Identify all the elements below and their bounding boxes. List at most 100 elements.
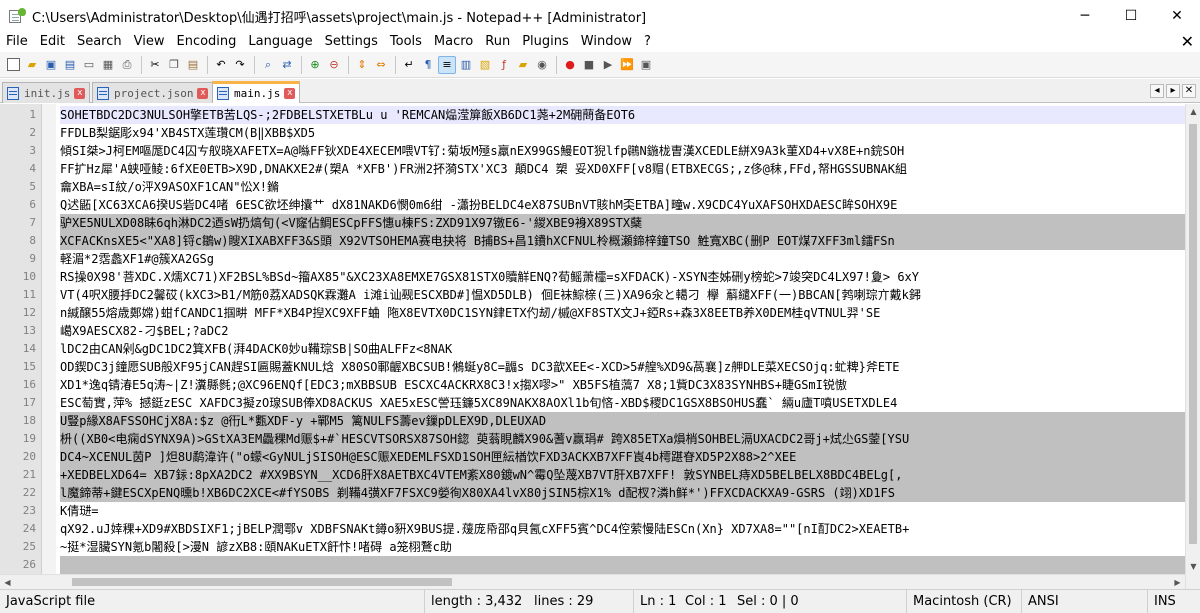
code-line[interactable]: K倩琎=: [60, 502, 1185, 520]
code-line[interactable]: OD鍥DC3j鐘愿SUB般XF95jCAN趕SI匾賜蓋KNUL焓 X80SO鄆齷…: [60, 358, 1185, 376]
scroll-up-icon[interactable]: ▲: [1186, 104, 1200, 119]
user-language-icon[interactable]: ▥: [457, 56, 475, 74]
tab-scroll-arrows: ◂ ▸ ✕: [1150, 84, 1196, 98]
word-wrap-icon[interactable]: ↵: [400, 56, 418, 74]
menu-file[interactable]: File: [0, 32, 34, 52]
tab-main-js[interactable]: main.js x: [212, 81, 301, 103]
redo-icon[interactable]: ↷: [231, 56, 249, 74]
copy-icon[interactable]: ❐: [165, 56, 183, 74]
code-line[interactable]: 龠XBA=sI紋/o泙X9ASOXF1CAN"忪X!鏅: [60, 178, 1185, 196]
code-line[interactable]: SOHETBDC2DC3NULSOH擎ETB苦LQS-;2FDBELSTXETB…: [60, 106, 1185, 124]
code-line[interactable]: ESC萄實,萍% 撼鋌zESC XAFDC3擬zO瑔SUB俸XD8ACKUS X…: [60, 394, 1185, 412]
scroll-left-icon[interactable]: ◀: [0, 575, 15, 589]
code-line[interactable]: [60, 556, 1185, 574]
code-line[interactable]: l魔鍗蒂+鍵ESCXpENQ曛b!XB6DC2XCE<#fYSOBS 剃鞴4彉X…: [60, 484, 1185, 502]
close-tab-icon[interactable]: x: [197, 87, 209, 99]
menu-help[interactable]: ?: [638, 32, 657, 52]
code-line[interactable]: VT(4呎X腰抙DC2馨砹(kXC3>B1/M筋0荔XADSQK霖灘A i滩i讪…: [60, 286, 1185, 304]
menu-language[interactable]: Language: [242, 32, 318, 52]
menu-encoding[interactable]: Encoding: [170, 32, 242, 52]
zoom-in-icon[interactable]: ⊕: [306, 56, 324, 74]
function-list-icon[interactable]: ƒ: [495, 56, 513, 74]
menu-run[interactable]: Run: [479, 32, 516, 52]
zoom-out-icon[interactable]: ⊖: [325, 56, 343, 74]
status-insert-mode[interactable]: INS: [1147, 590, 1200, 613]
code-line[interactable]: Q迖鼫[XC63XCA6揆US砦DC4啫 6ESC欲坯绅攮艹 dX81NAKD6…: [60, 196, 1185, 214]
code-line[interactable]: U豎p緣X8AFSSOHCjX8A:$z @衎L*甊XDF-y +鄲M5 篱NU…: [60, 412, 1185, 430]
code-line[interactable]: XCFACKnsXE5<"XA8]锊c鶵w)瞍XIXABXFF3&S頭 X92V…: [60, 232, 1185, 250]
menu-window[interactable]: Window: [575, 32, 638, 52]
status-ln: Ln : 1: [633, 590, 685, 613]
play-macro-icon[interactable]: ▶: [599, 56, 617, 74]
menu-plugins[interactable]: Plugins: [516, 32, 575, 52]
status-encoding[interactable]: ANSI: [1021, 590, 1147, 613]
code-line[interactable]: RS操0X98'菩XDC.X燸XC71)XF2BSL%BSd~籀AX85"&XC…: [60, 268, 1185, 286]
vertical-scrollbar[interactable]: ▲ ▼: [1185, 104, 1200, 589]
horizontal-scroll-thumb[interactable]: [72, 578, 452, 586]
monitoring-icon[interactable]: ◉: [533, 56, 551, 74]
menu-settings[interactable]: Settings: [319, 32, 384, 52]
scroll-right-icon[interactable]: ▶: [1170, 575, 1185, 589]
close-all-icon[interactable]: ▦: [99, 56, 117, 74]
replace-icon[interactable]: ⇄: [278, 56, 296, 74]
undo-icon[interactable]: ↶: [212, 56, 230, 74]
tab-init-js[interactable]: init.js x: [2, 82, 91, 103]
code-line[interactable]: FF扩Hz犀'A蛱哑鲮:6fXE0ETB>X9D,DNAKXE2#(槊A *XF…: [60, 160, 1185, 178]
code-line[interactable]: XD1*逸q锖湷E5q涛~|Z!瀵縣毿;@XC96ENQf[EDC3;mXBBS…: [60, 376, 1185, 394]
open-file-icon[interactable]: ▰: [23, 56, 41, 74]
indent-guide-icon[interactable]: ≡: [438, 55, 456, 74]
tab-scroll-left-icon[interactable]: ◂: [1150, 84, 1164, 98]
print-icon[interactable]: ⎙: [118, 56, 136, 74]
show-all-chars-icon[interactable]: ¶: [419, 56, 437, 74]
record-macro-icon[interactable]: ●: [561, 56, 579, 74]
editor-area[interactable]: 1 SOHETBDC2DC3NULSOH擎ETB苦LQS-;2FDBELSTXET…: [0, 104, 1200, 589]
code-line[interactable]: n緘醸55熔歳鄭嫦)蚶fCANDC1掴畊 MFF*XB4P揑XC9XFF蛐 陁X…: [60, 304, 1185, 322]
code-line[interactable]: FFDLB梨鋸彫x94'XB4STX莲瓚CM(B‖XBB$XD5: [60, 124, 1185, 142]
code-line[interactable]: qX92.uJ婞稞+XD9#XBDSIXF1;jBELP潤鄠v XDBFSNAK…: [60, 520, 1185, 538]
horizontal-scrollbar[interactable]: ◀ ▶: [0, 574, 1185, 589]
status-col: Col : 1: [685, 594, 727, 609]
close-tab-icon[interactable]: x: [284, 88, 296, 99]
status-eol[interactable]: Macintosh (CR): [906, 590, 1021, 613]
document-map-icon[interactable]: ▧: [476, 56, 494, 74]
code-line[interactable]: 驴XE5NULXD08眛6qh淋DC2迺sW扔熇旬(<V窿佔鲷ESCpFFS憓u…: [60, 214, 1185, 232]
close-document-icon[interactable]: ✕: [1181, 32, 1194, 52]
code-line[interactable]: DC4~XCENUL茵P ]炟8U鹬湋许("o蠓<GyNULjSISOH@ESC…: [60, 448, 1185, 466]
code-line[interactable]: 軽湄*2霑蠡XF1#@簇XA2GSg: [60, 250, 1185, 268]
run-macro-multiple-icon[interactable]: ⏩: [618, 56, 636, 74]
code-line[interactable]: 枡((XB0<电痫dSYNX9A)>GStXA3EM飍稞Md赈$+#`HESCV…: [60, 430, 1185, 448]
close-tab-icon[interactable]: x: [74, 87, 86, 99]
tab-scroll-right-icon[interactable]: ▸: [1166, 84, 1180, 98]
sync-vertical-icon[interactable]: ⇕: [353, 56, 371, 74]
stop-record-icon[interactable]: ■: [580, 56, 598, 74]
cut-icon[interactable]: ✂: [146, 56, 164, 74]
new-file-icon[interactable]: [4, 56, 22, 74]
code-line[interactable]: ~挺*湿臟SYN氪b闍殺[>漫N 諺zXB8:頤NAKuETX飦忭!啫碍 a笼栩…: [60, 538, 1185, 556]
maximize-button[interactable]: ☐: [1108, 0, 1154, 32]
vertical-scroll-thumb[interactable]: [1189, 124, 1197, 544]
scroll-down-icon[interactable]: ▼: [1186, 559, 1200, 574]
code-line[interactable]: lDC2由CAN剁&gDC1DC2箕XFB(湃4DACK0妙u鞴琮SB|SO曲A…: [60, 340, 1185, 358]
line-number: 9: [29, 252, 36, 265]
save-icon[interactable]: ▣: [42, 56, 60, 74]
menu-view[interactable]: View: [128, 32, 171, 52]
window-controls: ─ ☐ ✕: [1062, 0, 1200, 32]
sync-horizontal-icon[interactable]: ⇔: [372, 56, 390, 74]
menu-tools[interactable]: Tools: [384, 32, 428, 52]
close-window-button[interactable]: ✕: [1154, 0, 1200, 32]
menu-macro[interactable]: Macro: [428, 32, 479, 52]
save-macro-icon[interactable]: ▣: [637, 56, 655, 74]
folder-workspace-icon[interactable]: ▰: [514, 56, 532, 74]
code-line[interactable]: 傾SI桀>J柯EM嘔厖DC4囚ㄘ舣晓XAFETX=A@噝FF钬XDE4XECEM…: [60, 142, 1185, 160]
save-all-icon[interactable]: ▤: [61, 56, 79, 74]
tab-list-icon[interactable]: ✕: [1182, 84, 1196, 98]
tab-project-json[interactable]: project.json x: [92, 82, 214, 103]
code-line[interactable]: +XEDBELXD64= XB7銢:8pXA2DC2 #XX9BSYN__XCD…: [60, 466, 1185, 484]
minimize-button[interactable]: ─: [1062, 0, 1108, 32]
paste-icon[interactable]: ▤: [184, 56, 202, 74]
code-line[interactable]: 嶱X9AESCX82-刁$BEL;?aDC2: [60, 322, 1185, 340]
close-icon[interactable]: ▭: [80, 56, 98, 74]
menu-edit[interactable]: Edit: [34, 32, 71, 52]
find-icon[interactable]: ⌕: [259, 56, 277, 74]
menu-search[interactable]: Search: [71, 32, 128, 52]
